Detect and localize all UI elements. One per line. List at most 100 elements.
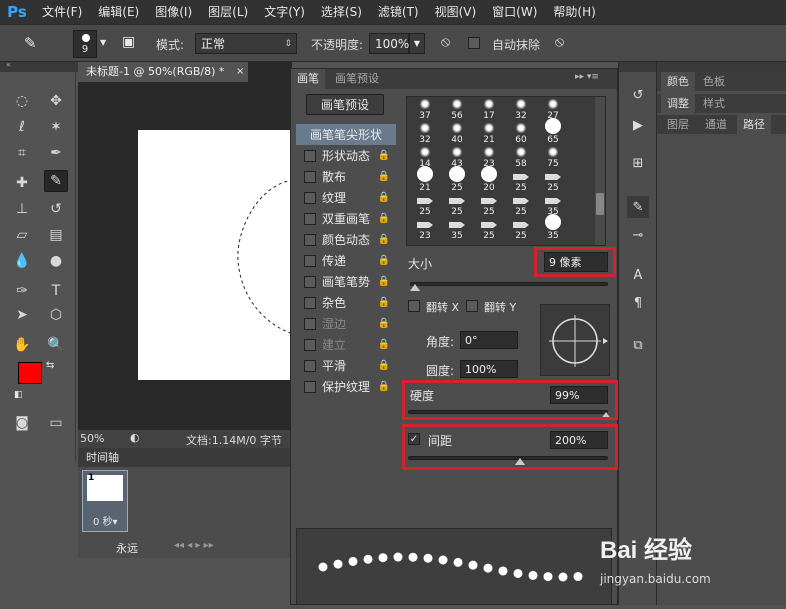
clone-source-icon[interactable]: ⊸: [627, 224, 649, 246]
animation-frame[interactable]: 1 0 秒▾: [82, 470, 128, 532]
swap-colors-icon[interactable]: ⇆: [46, 360, 54, 371]
setting-checkbox[interactable]: [304, 254, 316, 267]
crop-tool-icon[interactable]: ⌗: [10, 142, 34, 164]
lock-icon[interactable]: 🔒: [378, 192, 390, 203]
layer-comps-icon[interactable]: ⧉: [627, 334, 649, 356]
history-brush-tool-icon[interactable]: ↺: [44, 198, 68, 220]
menu-item[interactable]: 文件(F): [34, 0, 90, 24]
menu-item[interactable]: 窗口(W): [484, 0, 545, 24]
brush-setting-item[interactable]: 形状动态 🔒: [296, 145, 396, 166]
hand-tool-icon[interactable]: ✋: [10, 334, 34, 356]
loop-option[interactable]: 永远: [116, 540, 138, 556]
lock-icon[interactable]: 🔒: [378, 276, 390, 287]
magic-wand-tool-icon[interactable]: ✶: [44, 116, 68, 138]
angle-input[interactable]: 0°: [460, 331, 518, 349]
menu-item[interactable]: 编辑(E): [90, 0, 147, 24]
shape-tool-icon[interactable]: ⬡: [44, 304, 68, 326]
brush-tip[interactable]: 25: [475, 213, 503, 241]
brush-tip[interactable]: 35: [443, 213, 471, 241]
dodge-tool-icon[interactable]: ●: [44, 250, 68, 272]
path-selection-tool-icon[interactable]: ➤: [10, 304, 34, 326]
menu-item[interactable]: 图像(I): [147, 0, 200, 24]
tab-channels[interactable]: 通道: [699, 115, 733, 134]
screen-mode-icon[interactable]: ▭: [44, 412, 68, 434]
lock-icon[interactable]: 🔒: [378, 297, 390, 308]
setting-checkbox[interactable]: [304, 233, 316, 246]
zoom-tool-icon[interactable]: 🔍: [44, 334, 68, 356]
playback-controls-icon[interactable]: ◂◂ ◂ ▸ ▸▸: [174, 540, 214, 551]
clone-stamp-tool-icon[interactable]: ⊥: [10, 198, 34, 220]
lock-icon[interactable]: 🔒: [378, 255, 390, 266]
canvas[interactable]: [138, 130, 298, 380]
tab-brush-presets[interactable]: 画笔预设: [329, 69, 385, 89]
setting-checkbox[interactable]: [304, 149, 316, 162]
brush-setting-item[interactable]: 画笔笔尖形状: [296, 124, 396, 145]
menu-item[interactable]: 文字(Y): [256, 0, 313, 24]
pen-tool-icon[interactable]: ✑: [10, 280, 34, 302]
tab-paths[interactable]: 路径: [737, 115, 771, 134]
history-panel-icon[interactable]: ↺: [627, 84, 649, 106]
blur-tool-icon[interactable]: 💧: [10, 250, 34, 272]
timeline-tab[interactable]: 时间轴: [78, 448, 292, 467]
size-slider[interactable]: [410, 282, 608, 286]
brush-setting-item[interactable]: 画笔笔势 🔒: [296, 271, 396, 292]
eraser-tool-icon[interactable]: ▱: [10, 224, 34, 246]
default-colors-icon[interactable]: ◧: [14, 390, 23, 400]
setting-checkbox[interactable]: [304, 275, 316, 288]
setting-checkbox[interactable]: [304, 212, 316, 225]
scrollbar-thumb[interactable]: [596, 193, 604, 215]
lock-icon[interactable]: 🔒: [378, 381, 390, 392]
brush-setting-item[interactable]: 杂色 🔒: [296, 292, 396, 313]
lock-icon[interactable]: 🔒: [378, 339, 390, 350]
size-slider-thumb[interactable]: [410, 284, 420, 291]
brush-preset-picker[interactable]: 9: [73, 30, 97, 58]
close-icon[interactable]: ×: [236, 62, 244, 82]
tab-layers[interactable]: 图层: [661, 115, 695, 134]
flip-x-checkbox[interactable]: [408, 300, 420, 312]
character-panel-icon[interactable]: A: [627, 264, 649, 286]
lock-icon[interactable]: 🔒: [378, 234, 390, 245]
setting-checkbox[interactable]: [304, 380, 316, 393]
setting-checkbox[interactable]: [304, 296, 316, 309]
frame-delay[interactable]: 0 秒▾: [93, 513, 118, 528]
quick-mask-icon[interactable]: ◙: [10, 412, 34, 434]
opacity-input[interactable]: 100%: [369, 33, 409, 54]
menu-item[interactable]: 帮助(H): [545, 0, 603, 24]
brush-panel-toggle-icon[interactable]: ▣: [122, 34, 135, 50]
angle-roundness-widget[interactable]: [540, 304, 610, 376]
brush-presets-button[interactable]: 画笔预设: [306, 94, 384, 115]
lock-icon[interactable]: 🔒: [378, 150, 390, 161]
brush-setting-item[interactable]: 传递 🔒: [296, 250, 396, 271]
mode-dropdown[interactable]: 正常 ⇕: [195, 33, 297, 54]
flip-y-checkbox[interactable]: [466, 300, 478, 312]
healing-brush-tool-icon[interactable]: ✚: [10, 172, 34, 194]
panel-menu-icon[interactable]: ▸▸ ▾≡: [575, 72, 599, 82]
tip-grid-scrollbar[interactable]: [595, 97, 605, 245]
lock-icon[interactable]: 🔒: [378, 171, 390, 182]
brush-tip[interactable]: 35: [539, 213, 567, 241]
lock-icon[interactable]: 🔒: [378, 213, 390, 224]
gradient-tool-icon[interactable]: ▤: [44, 224, 68, 246]
collapse-icon[interactable]: «: [6, 60, 11, 69]
eyedropper-tool-icon[interactable]: ✒: [44, 142, 68, 164]
menu-item[interactable]: 图层(L): [200, 0, 256, 24]
roundness-input[interactable]: 100%: [460, 360, 518, 378]
tab-color[interactable]: 颜色: [661, 72, 695, 91]
brush-setting-item[interactable]: 散布 🔒: [296, 166, 396, 187]
brush-setting-item[interactable]: 建立 🔒: [296, 334, 396, 355]
brush-tip[interactable]: 23: [411, 213, 439, 241]
move-tool-icon[interactable]: ✥: [44, 90, 68, 112]
lock-icon[interactable]: 🔒: [378, 360, 390, 371]
brush-setting-item[interactable]: 保护纹理 🔒: [296, 376, 396, 397]
type-tool-icon[interactable]: T: [44, 280, 68, 302]
status-menu-icon[interactable]: ◐: [130, 431, 140, 444]
tab-brush[interactable]: 画笔: [291, 69, 325, 89]
brush-setting-item[interactable]: 平滑 🔒: [296, 355, 396, 376]
tab-swatches[interactable]: 色板: [697, 72, 731, 91]
brush-setting-item[interactable]: 双重画笔 🔒: [296, 208, 396, 229]
foreground-color-swatch[interactable]: [18, 362, 42, 384]
brush-setting-item[interactable]: 纹理 🔒: [296, 187, 396, 208]
paragraph-panel-icon[interactable]: ¶: [627, 292, 649, 314]
setting-checkbox[interactable]: [304, 359, 316, 372]
setting-checkbox[interactable]: [304, 338, 316, 351]
